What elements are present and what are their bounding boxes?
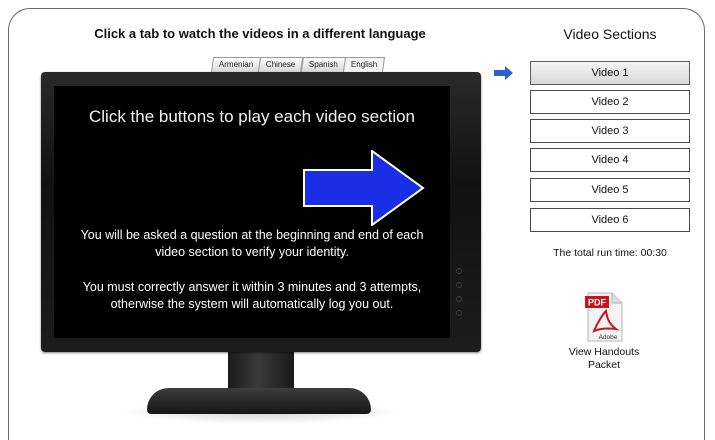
pdf-badge-text: PDF — [588, 298, 607, 308]
tab-english[interactable]: English — [342, 57, 385, 72]
monitor-button-icon — [456, 310, 462, 316]
video-2-button[interactable]: Video 2 — [530, 90, 690, 114]
tab-label: Spanish — [308, 60, 338, 69]
tab-label: Armenian — [218, 60, 254, 69]
tab-label: English — [350, 60, 377, 69]
sections-title: Video Sections — [563, 26, 657, 42]
tab-chinese[interactable]: Chinese — [258, 57, 304, 72]
monitor-button-icon — [456, 268, 462, 274]
identity-notice: You will be asked a question at the begi… — [80, 228, 424, 259]
pdf-icon[interactable]: PDF Adobe — [584, 291, 624, 343]
video-screen[interactable]: Click the buttons to play each video sec… — [54, 86, 450, 338]
tab-spanish[interactable]: Spanish — [300, 57, 346, 72]
logout-notice: You must correctly answer it within 3 mi… — [82, 280, 422, 311]
adobe-brand-text: Adobe — [599, 334, 618, 341]
video-6-button[interactable]: Video 6 — [530, 208, 690, 232]
language-tabs: Armenian Chinese Spanish English — [210, 57, 385, 73]
video-4-button[interactable]: Video 4 — [530, 148, 690, 172]
right-arrow-icon — [303, 150, 425, 226]
tab-armenian[interactable]: Armenian — [210, 57, 262, 72]
video-5-button[interactable]: Video 5 — [530, 178, 690, 202]
video-1-button[interactable]: Video 1 — [530, 61, 690, 85]
language-instruction: Click a tab to watch the videos in a dif… — [94, 26, 426, 41]
view-handouts-link[interactable]: View Handouts Packet — [554, 346, 654, 372]
total-runtime: The total run time: 00:30 — [553, 247, 667, 259]
video-3-button[interactable]: Video 3 — [530, 119, 690, 143]
monitor-stand — [147, 388, 371, 414]
monitor-button-icon — [456, 296, 462, 302]
screen-title: Click the buttons to play each video sec… — [88, 107, 416, 126]
monitor-buttons — [456, 268, 462, 324]
monitor-button-icon — [456, 282, 462, 288]
arrow-pointer-icon — [494, 66, 513, 80]
tab-label: Chinese — [266, 60, 296, 69]
